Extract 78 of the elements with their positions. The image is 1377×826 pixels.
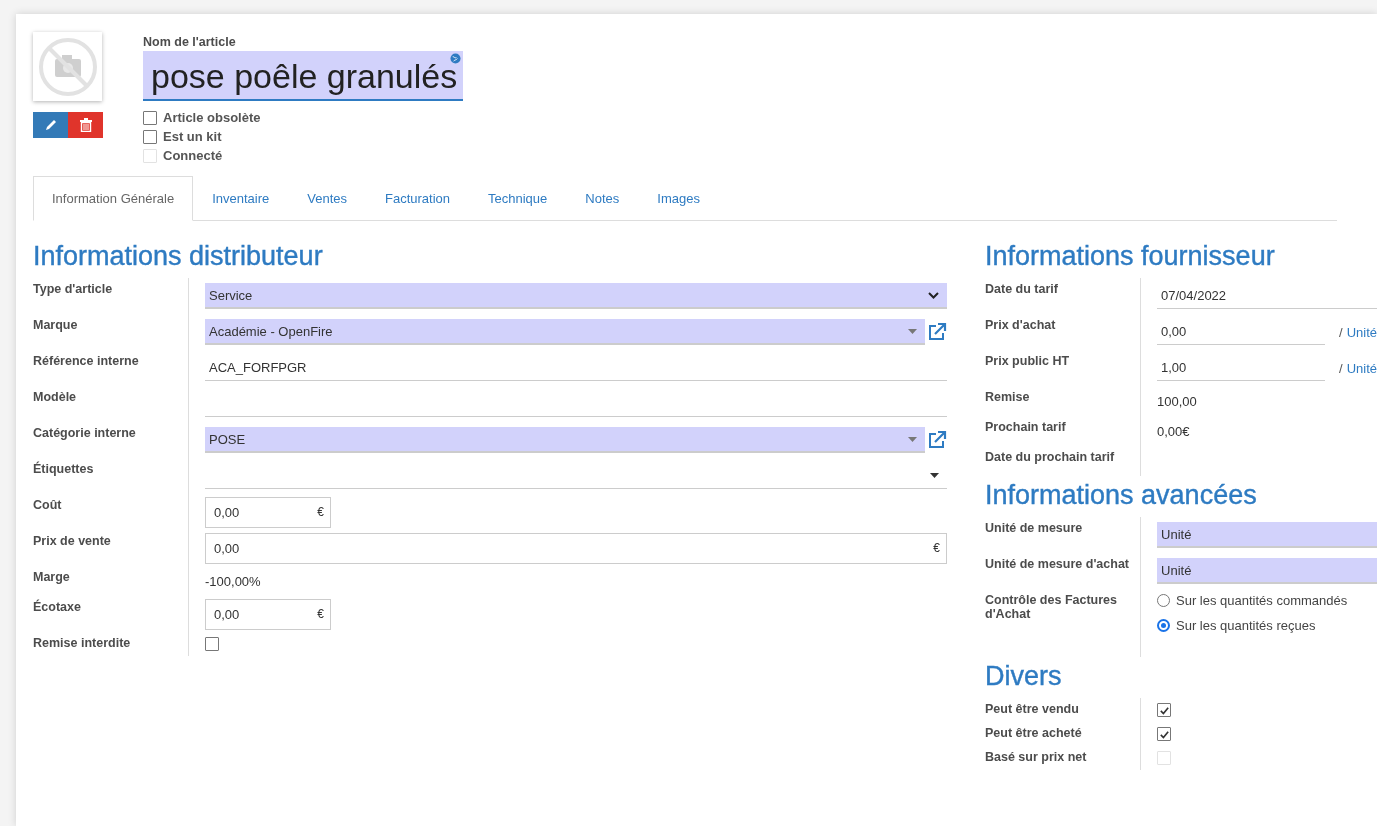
field-label: Basé sur prix net (985, 750, 1087, 764)
checkbox-label: Article obsolète (163, 110, 261, 125)
field-value: 0,00€ (1157, 423, 1190, 439)
input-field[interactable]: Unité (1157, 522, 1377, 548)
name-field[interactable]: pose poêle granulés (143, 51, 464, 101)
pencil-icon (43, 118, 58, 132)
chevron-down-icon (928, 291, 939, 299)
field-label: Écotaxe (33, 600, 81, 614)
trash-icon (79, 118, 92, 132)
field-label: Marge (33, 570, 70, 584)
section-heading: Informations fournisseur (985, 241, 1275, 272)
input-field[interactable]: 07/04/2022 (1157, 283, 1377, 309)
checkbox[interactable] (143, 129, 157, 144)
checkbox[interactable] (1157, 727, 1171, 741)
field-label: Date du prochain tarif (985, 450, 1115, 464)
input-field[interactable]: 1,00 (1157, 355, 1325, 381)
tab[interactable]: Inventaire (193, 176, 289, 221)
field-label: Coût (33, 498, 62, 512)
field-label: Catégorie interne (33, 426, 136, 440)
dropdown-field[interactable]: Académie - OpenFire (205, 319, 925, 345)
external-link-icon[interactable] (927, 430, 947, 450)
external-link-icon[interactable] (927, 322, 947, 342)
field-label: Unité de mesure d'achat (985, 557, 1129, 571)
unit-link[interactable]: Unité (1346, 324, 1377, 340)
section-heading: Informations avancées (985, 480, 1257, 511)
radio-button[interactable] (1157, 619, 1170, 632)
field-label: Marque (33, 318, 78, 332)
field-label: Contrôle des Factures d'Achat (985, 593, 1117, 621)
radio-button[interactable] (1157, 594, 1170, 607)
field-label: Type d'article (33, 282, 113, 296)
field-value: -100,00% (205, 573, 261, 589)
globe-icon[interactable] (450, 53, 462, 64)
separator-text: / (1339, 324, 1343, 340)
input-field[interactable]: 0,00 (1157, 319, 1325, 345)
field-label: Prix public HT (985, 354, 1070, 368)
caret-icon (908, 436, 917, 442)
section-heading: Informations distributeur (33, 241, 323, 272)
field-label: Étiquettes (33, 462, 94, 476)
checkbox[interactable] (143, 110, 157, 125)
field-label: Unité de mesure (985, 521, 1083, 535)
field-label: Peut être vendu (985, 702, 1079, 716)
checkbox[interactable] (1157, 703, 1171, 717)
select-field[interactable]: Service (205, 283, 947, 309)
caret-icon (930, 473, 939, 478)
field-label: Prix de vente (33, 534, 111, 548)
field-label: Référence interne (33, 354, 139, 368)
input-field[interactable]: Unité (1157, 558, 1377, 584)
checkbox-label: Connecté (163, 148, 223, 163)
tab[interactable]: Ventes (288, 176, 366, 221)
field-label: Prochain tarif (985, 420, 1066, 434)
amount-field[interactable]: 0,00 € (205, 496, 331, 528)
amount-field[interactable]: 0,00 € (205, 598, 331, 630)
tab[interactable]: Information Générale (33, 176, 194, 221)
edit-button[interactable] (33, 112, 68, 138)
field-label: Peut être acheté (985, 726, 1082, 740)
radio-label: Sur les quantités commandés (1176, 593, 1348, 608)
input-field[interactable]: ACA_FORFPGR (205, 355, 947, 381)
amount-field[interactable]: 0,00 € (205, 532, 947, 564)
checkbox-label: Est un kit (163, 129, 222, 144)
field-label: Remise interdite (33, 636, 131, 650)
field-label: Nom de l'article (143, 35, 237, 49)
section-heading: Divers (985, 661, 1062, 692)
caret-icon (908, 328, 917, 334)
tab[interactable]: Facturation (366, 176, 470, 221)
radio-label: Sur les quantités reçues (1176, 618, 1316, 633)
separator-text: / (1339, 360, 1343, 376)
delete-button[interactable] (68, 112, 103, 138)
field-label: Prix d'achat (985, 318, 1056, 332)
checkbox[interactable] (205, 637, 219, 651)
field-label: Remise (985, 390, 1030, 404)
field-label: Date du tarif (985, 282, 1058, 296)
dropdown-field[interactable]: POSE (205, 427, 925, 453)
field-label: Modèle (33, 390, 77, 404)
field-value: 100,00 (1157, 393, 1197, 409)
tab[interactable]: Images (638, 176, 719, 221)
tab[interactable]: Technique (469, 176, 567, 221)
tab[interactable]: Notes (566, 176, 639, 221)
unit-link[interactable]: Unité (1346, 360, 1377, 376)
